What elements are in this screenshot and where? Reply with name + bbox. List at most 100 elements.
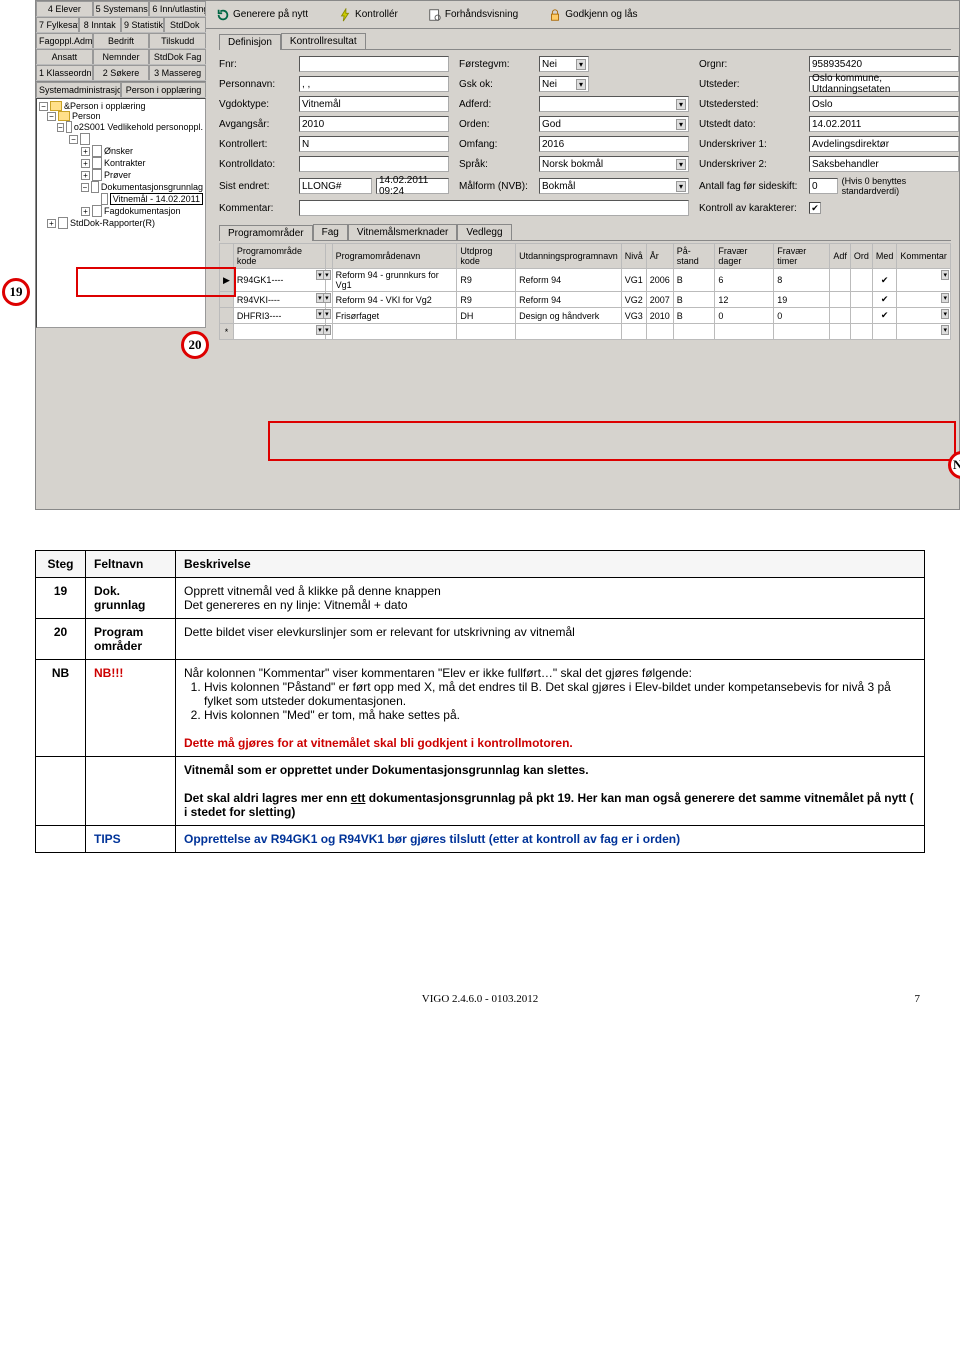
grid-cell[interactable] xyxy=(830,308,851,324)
grid-cell[interactable] xyxy=(897,324,951,340)
table-row[interactable]: DHFRI3----FrisørfagetDHDesign og håndver… xyxy=(220,308,951,324)
subtab-vitnemalsmerknader[interactable]: Vitnemålsmerknader xyxy=(348,224,458,240)
grid-cell[interactable] xyxy=(897,292,951,308)
grid-cell[interactable] xyxy=(850,324,872,340)
program-grid[interactable]: Programområde kodeProgramområdenavnUtdpr… xyxy=(219,243,951,340)
table-row[interactable]: * xyxy=(220,324,951,340)
tree-dokgrunn[interactable]: Dokumentasjonsgrunnlag xyxy=(101,182,203,192)
tree-kontrakter[interactable]: Kontrakter xyxy=(104,158,146,168)
grid-cell[interactable]: ✔ xyxy=(872,292,897,308)
grid-cell[interactable] xyxy=(516,324,622,340)
table-row[interactable]: R94VKI---- Reform 94 - VKI for Vg2R9Refor… xyxy=(220,292,951,308)
sel-malform[interactable]: Bokmål xyxy=(539,178,689,194)
tab-kontrollresultat[interactable]: Kontrollresultat xyxy=(281,33,366,49)
table-row[interactable]: ▶R94GK1----Reform 94 - grunnkurs for Vg1… xyxy=(220,269,951,292)
tree-fagdok[interactable]: Fagdokumentasjon xyxy=(104,206,181,216)
fld-kommentar[interactable] xyxy=(299,200,689,216)
menu-klasseordning[interactable]: 1 Klasseordning xyxy=(36,65,93,80)
menu-sysadmin[interactable]: Systemadministrasjon xyxy=(36,82,121,97)
grid-cell[interactable]: Frisørfaget xyxy=(332,308,457,324)
menu-fylkesavh[interactable]: 7 Fylkesavh xyxy=(36,17,79,32)
fld-underskriver2[interactable]: Saksbehandler xyxy=(809,156,959,172)
grid-cell[interactable] xyxy=(715,324,774,340)
minus-icon[interactable]: − xyxy=(69,135,78,144)
grid-cell[interactable] xyxy=(233,324,325,340)
grid-cell[interactable]: R9 xyxy=(457,292,516,308)
sel-sprak[interactable]: Norsk bokmål xyxy=(539,156,689,172)
menu-statistikk[interactable]: 9 Statistikk xyxy=(121,17,164,32)
grid-cell[interactable] xyxy=(897,269,951,292)
menu-systemansvar[interactable]: 5 Systemansvar xyxy=(93,1,150,16)
menu-bedrift[interactable]: Bedrift xyxy=(93,33,150,48)
minus-icon[interactable]: − xyxy=(81,183,89,192)
tree-person[interactable]: Person xyxy=(72,111,101,121)
grid-cell[interactable]: * xyxy=(220,324,234,340)
grid-cell[interactable] xyxy=(646,324,673,340)
menu-tilskudd[interactable]: Tilskudd xyxy=(149,33,206,48)
grid-cell[interactable] xyxy=(621,324,646,340)
grid-cell[interactable] xyxy=(830,324,851,340)
menu-stddokfag[interactable]: StdDok Fag xyxy=(149,49,206,64)
grid-cell[interactable] xyxy=(850,292,872,308)
subtab-vedlegg[interactable]: Vedlegg xyxy=(457,224,511,240)
grid-cell[interactable]: R94GK1---- xyxy=(233,269,325,292)
grid-cell[interactable]: Reform 94 - grunnkurs for Vg1 xyxy=(332,269,457,292)
menu-nemnder[interactable]: Nemnder xyxy=(93,49,150,64)
grid-cell[interactable]: 19 xyxy=(774,292,830,308)
grid-cell[interactable]: DH xyxy=(457,308,516,324)
grid-cell[interactable] xyxy=(830,269,851,292)
subtab-fag[interactable]: Fag xyxy=(313,224,348,240)
grid-cell[interactable] xyxy=(830,292,851,308)
tab-definisjon[interactable]: Definisjon xyxy=(219,34,281,50)
menu-innutlasting[interactable]: 6 Inn/utlasting xyxy=(149,1,206,16)
grid-cell[interactable]: VG3 xyxy=(621,308,646,324)
grid-cell[interactable]: B xyxy=(673,308,715,324)
grid-cell[interactable] xyxy=(872,324,897,340)
tree-onsker[interactable]: Ønsker xyxy=(104,146,133,156)
grid-cell[interactable] xyxy=(325,269,332,292)
grid-cell[interactable]: B xyxy=(673,292,715,308)
sel-gsk[interactable]: Nei xyxy=(539,76,589,92)
grid-cell[interactable] xyxy=(774,324,830,340)
fld-personnavn[interactable]: , , xyxy=(299,76,449,92)
menu-fagoppladm[interactable]: Fagoppl.Adm xyxy=(36,33,93,48)
fld-utstedersted[interactable]: Oslo xyxy=(809,96,959,112)
grid-cell[interactable]: 2010 xyxy=(646,308,673,324)
grid-cell[interactable]: Reform 94 xyxy=(516,269,622,292)
grid-cell[interactable] xyxy=(457,324,516,340)
fld-antallfag[interactable]: 0 xyxy=(809,178,838,194)
grid-cell[interactable]: 12 xyxy=(715,292,774,308)
grid-cell[interactable]: ✔ xyxy=(872,308,897,324)
grid-cell[interactable]: R94VKI---- xyxy=(233,292,325,308)
sel-orden[interactable]: God xyxy=(539,116,689,132)
grid-cell[interactable]: VG2 xyxy=(621,292,646,308)
grid-cell[interactable]: Reform 94 - VKI for Vg2 xyxy=(332,292,457,308)
minus-icon[interactable]: − xyxy=(39,102,48,111)
grid-cell[interactable] xyxy=(325,324,332,340)
grid-cell[interactable] xyxy=(850,308,872,324)
toolbar-forhandsvisning[interactable]: Forhåndsvisning xyxy=(428,8,518,22)
grid-cell[interactable]: Reform 94 xyxy=(516,292,622,308)
grid-cell[interactable] xyxy=(332,324,457,340)
toolbar-regen[interactable]: Generere på nytt xyxy=(216,8,308,22)
fld-fnr[interactable] xyxy=(299,56,449,72)
grid-cell[interactable]: DHFRI3---- xyxy=(233,308,325,324)
menu-elever[interactable]: 4 Elever xyxy=(36,1,93,16)
grid-cell[interactable]: 2007 xyxy=(646,292,673,308)
grid-cell[interactable] xyxy=(673,324,715,340)
plus-icon[interactable]: + xyxy=(81,207,90,216)
grid-cell[interactable]: 0 xyxy=(715,308,774,324)
grid-cell[interactable]: R9 xyxy=(457,269,516,292)
tree-o2s[interactable]: o2S001 Vedlikehold personoppl. xyxy=(74,122,203,132)
plus-icon[interactable]: + xyxy=(81,147,90,156)
minus-icon[interactable]: − xyxy=(47,112,56,121)
sel-forstegvm[interactable]: Nei xyxy=(539,56,589,72)
grid-cell[interactable] xyxy=(325,308,332,324)
menu-sokere[interactable]: 2 Søkere xyxy=(93,65,150,80)
grid-cell[interactable]: 2006 xyxy=(646,269,673,292)
menu-ansatt[interactable]: Ansatt xyxy=(36,49,93,64)
plus-icon[interactable]: + xyxy=(47,219,56,228)
tree-root[interactable]: &Person i opplæring xyxy=(64,101,146,111)
subtab-programomrader[interactable]: Programområder xyxy=(219,225,313,241)
tree-vitnemal-selected[interactable]: Vitnemål - 14.02.2011 xyxy=(110,193,203,205)
